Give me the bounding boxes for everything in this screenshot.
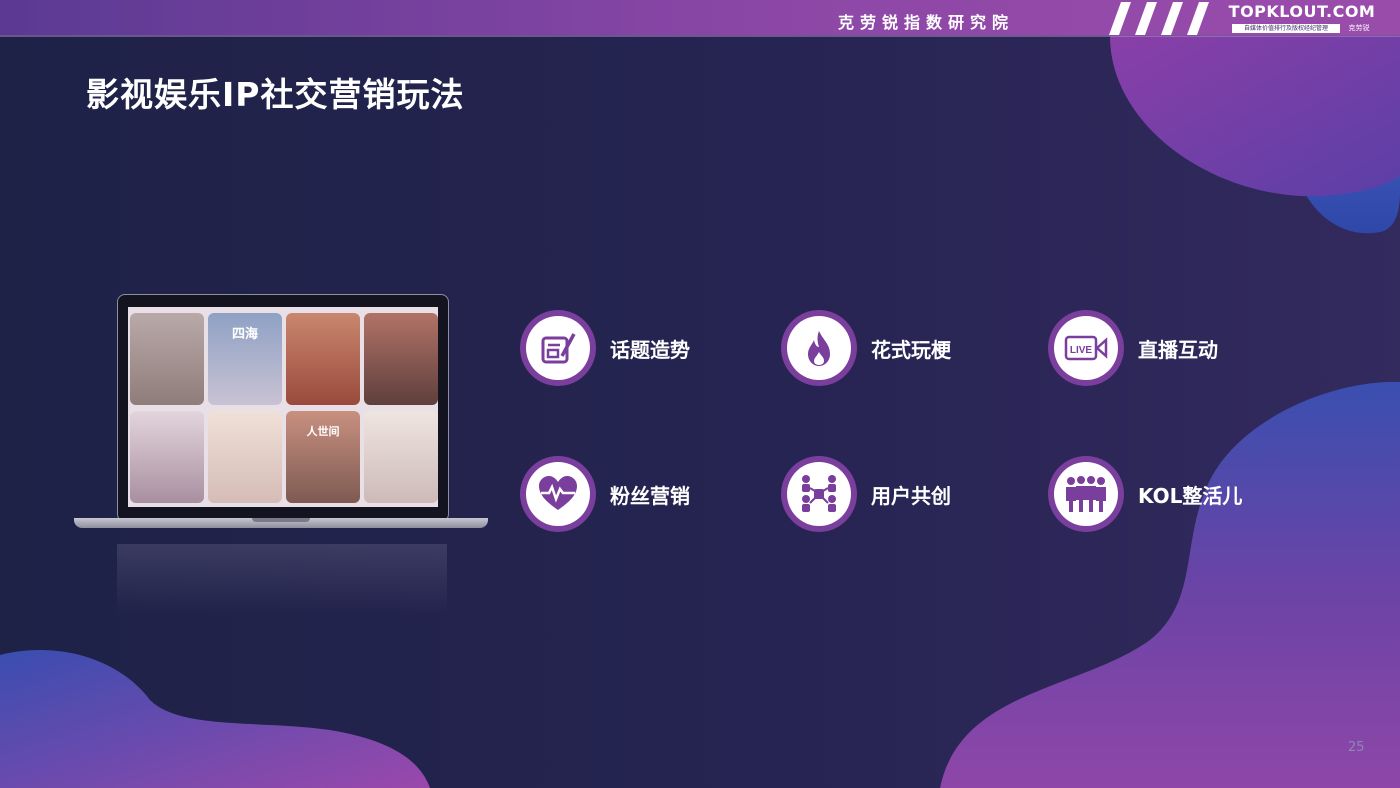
icon-ring: LIVE — [1048, 310, 1124, 386]
icon-ring — [781, 310, 857, 386]
laptop-screen: 四海 人世间 — [128, 307, 438, 507]
poster — [364, 411, 438, 503]
heart-pulse-icon — [526, 462, 590, 526]
logo-subtitle: 自媒体价值排行及版权经纪管理 — [1232, 24, 1340, 33]
crowd-icon — [1054, 462, 1118, 526]
topklout-logo: TOPKLOUT.COM 自媒体价值排行及版权经纪管理 克劳锐 — [1228, 2, 1376, 34]
page-number: 25 — [1348, 740, 1365, 755]
page-title: 影视娱乐IP社交营销玩法 — [86, 75, 465, 114]
poster — [364, 313, 438, 405]
laptop-notch — [252, 518, 310, 522]
feature-kol-content: KOL整活儿 — [1048, 456, 1242, 532]
live-camera-icon: LIVE — [1054, 316, 1118, 380]
poster — [286, 313, 360, 405]
icon-ring — [1048, 456, 1124, 532]
logo-subtitle-cn: 克劳锐 — [1348, 24, 1370, 32]
poster — [130, 411, 204, 503]
feature-label: 话题造势 — [610, 337, 690, 362]
poster: 四海 — [208, 313, 282, 405]
slide: 克劳锐指数研究院 TOPKLOUT.COM 自媒体价值排行及版权经纪管理 克劳锐… — [0, 0, 1400, 788]
laptop-reflection — [117, 544, 447, 614]
feature-fan-marketing: 粉丝营销 — [520, 456, 690, 532]
poster-title: 人世间 — [306, 425, 340, 438]
svg-text:LIVE: LIVE — [1070, 345, 1093, 356]
poster — [208, 411, 282, 503]
poster — [130, 313, 204, 405]
icon-ring — [520, 310, 596, 386]
feature-meme-play: 花式玩梗 — [781, 310, 951, 386]
feature-live-interaction: LIVE 直播互动 — [1048, 310, 1218, 386]
feature-user-cocreation: 用户共创 — [781, 456, 951, 532]
poster-title: 四海 — [231, 327, 258, 342]
laptop-illustration: 四海 人世间 — [74, 292, 488, 622]
decorative-stripes — [1109, 2, 1209, 35]
icon-ring — [520, 456, 596, 532]
feature-label: 花式玩梗 — [871, 337, 951, 362]
feature-label: 粉丝营销 — [610, 483, 690, 508]
feature-topic-buzz: 话题造势 — [520, 310, 690, 386]
edit-board-icon — [526, 316, 590, 380]
feature-label: 直播互动 — [1138, 337, 1218, 362]
feature-label: 用户共创 — [871, 483, 951, 508]
feature-label: KOL整活儿 — [1138, 483, 1243, 508]
icon-ring — [781, 456, 857, 532]
top-bar-divider — [0, 35, 1400, 37]
network-people-icon — [787, 462, 851, 526]
flame-icon — [787, 316, 851, 380]
poster: 人世间 — [286, 411, 360, 503]
logo-text: TOPKLOUT.COM — [1228, 2, 1376, 21]
brand-name: 克劳锐指数研究院 — [838, 13, 1015, 32]
laptop-screen-frame: 四海 人世间 — [117, 294, 449, 522]
